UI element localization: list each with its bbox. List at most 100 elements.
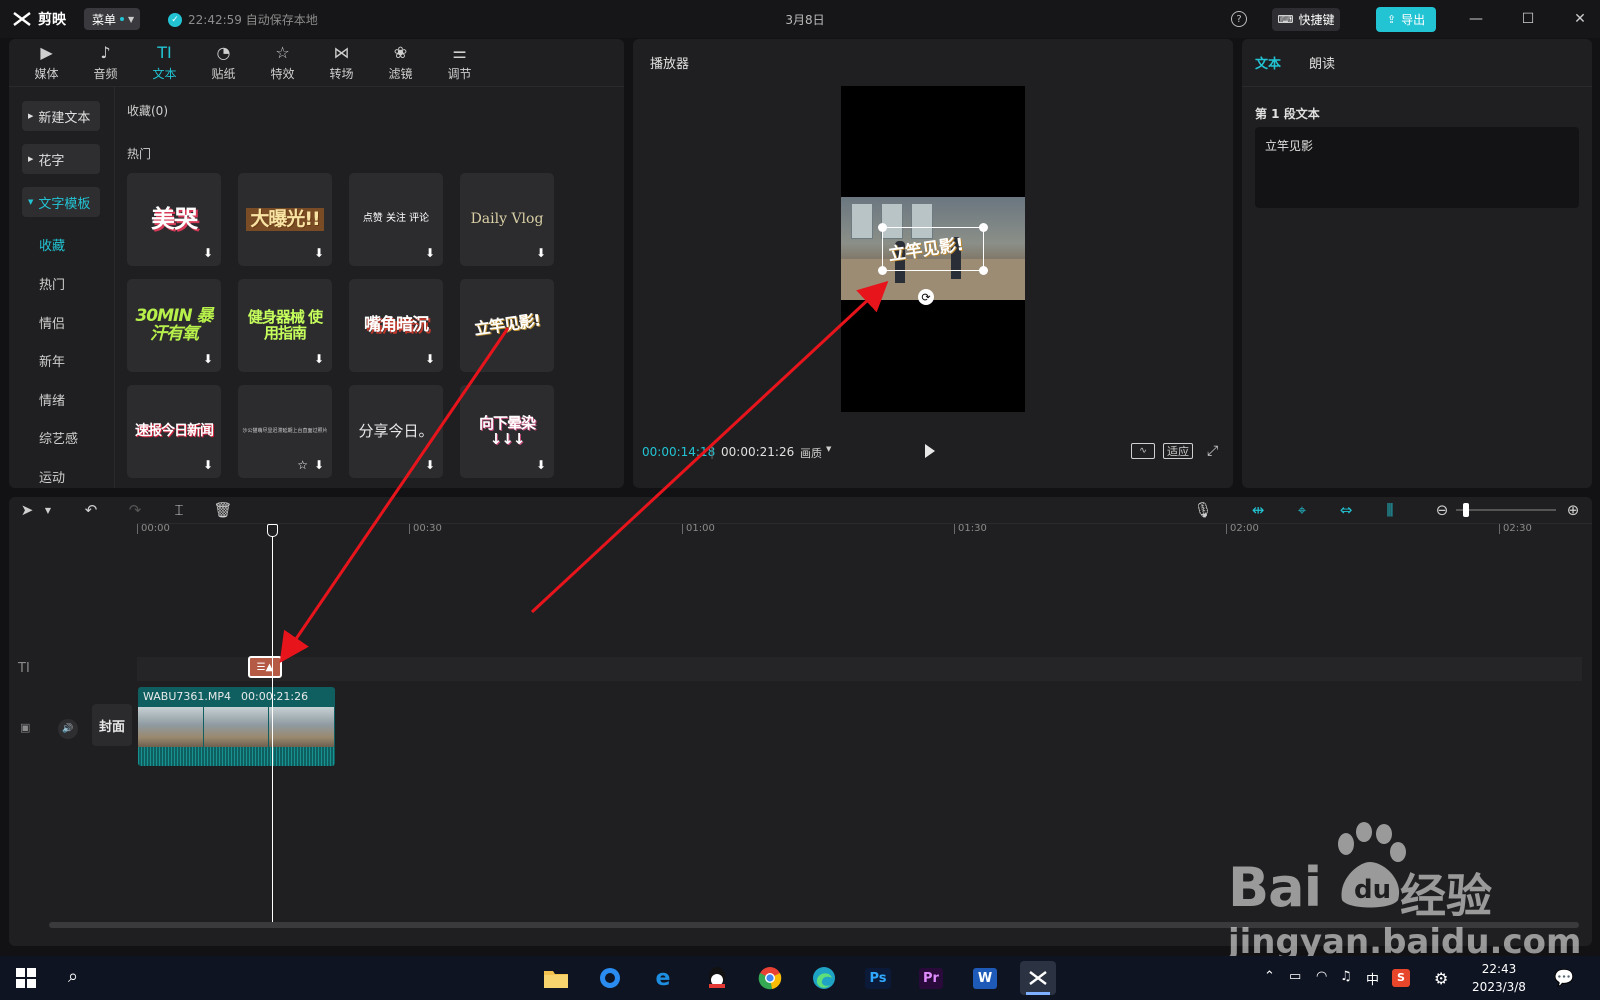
- microphone-icon[interactable]: 🎙: [1193, 497, 1213, 523]
- subitem-new-year[interactable]: 新年: [39, 351, 65, 370]
- quality-dropdown[interactable]: 画质 ▼: [800, 445, 831, 461]
- text-selection-box[interactable]: [882, 227, 984, 271]
- resize-handle[interactable]: [979, 266, 988, 275]
- chrome-icon[interactable]: [752, 961, 788, 995]
- download-icon[interactable]: ⬇: [423, 246, 437, 260]
- shortcut-button[interactable]: ⌨ 快捷键: [1272, 8, 1340, 31]
- download-icon[interactable]: ⬇: [201, 458, 215, 472]
- speaker-icon[interactable]: 🔊: [58, 719, 78, 739]
- cover-button[interactable]: 封面: [92, 704, 132, 746]
- system-clock[interactable]: 22:43 2023/3/8: [1464, 960, 1534, 996]
- split-icon[interactable]: ⌶: [169, 497, 189, 523]
- playhead-line[interactable]: [272, 527, 273, 927]
- template-card[interactable]: 立竿见影!: [460, 279, 554, 372]
- download-icon[interactable]: ⬇: [423, 458, 437, 472]
- playhead-handle[interactable]: [267, 524, 278, 537]
- download-icon[interactable]: ⬇: [312, 246, 326, 260]
- menu-button[interactable]: 菜单 ▼: [84, 8, 140, 30]
- download-icon[interactable]: ⬇: [312, 458, 326, 472]
- close-icon[interactable]: ✕: [1568, 8, 1592, 30]
- wifi-icon[interactable]: ◠: [1316, 969, 1327, 984]
- export-button[interactable]: ⇪ 导出: [1376, 7, 1436, 32]
- waveform-icon[interactable]: ∿: [1131, 443, 1155, 459]
- subitem-hot[interactable]: 热门: [39, 274, 65, 293]
- word-icon[interactable]: W: [967, 961, 1003, 995]
- zoom-in-icon[interactable]: ⊕: [1564, 497, 1582, 523]
- rotate-icon[interactable]: ⟳: [918, 289, 934, 305]
- template-card[interactable]: 分享今日。 ⬇: [349, 385, 443, 478]
- chevron-up-icon[interactable]: ⌃: [1264, 969, 1275, 984]
- category-new-text[interactable]: ▶ 新建文本: [22, 101, 100, 131]
- premiere-icon[interactable]: Pr: [913, 961, 949, 995]
- fullscreen-icon[interactable]: ⤢: [1207, 443, 1218, 459]
- download-icon[interactable]: ⬇: [201, 246, 215, 260]
- redo-icon[interactable]: ↷: [125, 497, 145, 523]
- star-icon[interactable]: ☆: [297, 458, 308, 472]
- undo-icon[interactable]: ↶: [81, 497, 101, 523]
- template-card[interactable]: 美哭 ⬇: [127, 173, 221, 266]
- template-card[interactable]: 沙公猫萌尽显迟滞延期上台直面过照片 ☆ ⬇: [238, 385, 332, 478]
- video-clip[interactable]: WABU7361.MP4 00:00:21:26: [138, 687, 335, 766]
- download-icon[interactable]: ⬇: [534, 246, 548, 260]
- tab-text[interactable]: TI 文本: [135, 39, 194, 87]
- template-card[interactable]: 大曝光!! ⬇: [238, 173, 332, 266]
- edge-legacy-icon[interactable]: e: [645, 961, 681, 995]
- subitem-couple[interactable]: 情侣: [39, 313, 65, 332]
- qq-browser-icon[interactable]: [592, 961, 628, 995]
- play-icon[interactable]: [925, 444, 935, 458]
- ime-indicator[interactable]: 中: [1366, 969, 1379, 988]
- notification-icon[interactable]: 💬: [1554, 968, 1574, 987]
- tab-audio[interactable]: ♪ 音频: [76, 39, 135, 87]
- auto-snap-icon[interactable]: ⇹: [1246, 497, 1270, 523]
- time-ruler[interactable]: 00:00 00:30 01:00 01:30 02:00 02:30: [137, 523, 1592, 537]
- category-fancy-text[interactable]: ▶ 花字: [22, 144, 100, 174]
- template-card[interactable]: 健身器械 使用指南 ⬇: [238, 279, 332, 372]
- category-text-template[interactable]: ▼ 文字模板: [22, 187, 100, 217]
- file-explorer-icon[interactable]: [538, 961, 574, 995]
- subitem-variety[interactable]: 综艺感: [39, 428, 78, 447]
- maximize-icon[interactable]: ☐: [1516, 8, 1540, 30]
- tab-transition[interactable]: ⋈ 转场: [312, 39, 371, 87]
- subitem-sports[interactable]: 运动: [39, 467, 65, 486]
- qq-icon[interactable]: [699, 961, 735, 995]
- resize-handle[interactable]: [878, 266, 887, 275]
- windows-start-icon[interactable]: [16, 968, 36, 988]
- resize-handle[interactable]: [979, 223, 988, 232]
- aspect-ratio-button[interactable]: 适应: [1163, 443, 1193, 459]
- template-card[interactable]: 嘴角暗沉 ⬇: [349, 279, 443, 372]
- template-card[interactable]: 向下晕染 ↓↓↓ ⬇: [460, 385, 554, 478]
- search-icon[interactable]: ⌕: [68, 966, 78, 987]
- segment-text-input[interactable]: 立竿见影: [1255, 127, 1579, 208]
- download-icon[interactable]: ⬇: [312, 352, 326, 366]
- tab-media[interactable]: ▶ 媒体: [17, 39, 76, 87]
- template-card[interactable]: 30MIN 暴汗有氧 ⬇: [127, 279, 221, 372]
- text-track[interactable]: [137, 657, 1582, 681]
- tab-sticker[interactable]: ◔ 贴纸: [194, 39, 253, 87]
- sogou-ime-icon[interactable]: S: [1392, 969, 1410, 987]
- help-icon[interactable]: ?: [1231, 11, 1247, 27]
- tab-effects[interactable]: ☆ 特效: [253, 39, 312, 87]
- text-clip[interactable]: ☰▲: [248, 656, 282, 678]
- subitem-favorites[interactable]: 收藏: [39, 235, 65, 254]
- download-icon[interactable]: ⬇: [423, 352, 437, 366]
- subitem-emotion[interactable]: 情绪: [39, 390, 65, 409]
- photoshop-icon[interactable]: Ps: [860, 961, 896, 995]
- battery-icon[interactable]: ▭: [1289, 969, 1301, 984]
- volume-icon[interactable]: ♫: [1340, 969, 1352, 984]
- template-card[interactable]: 点赞 关注 评论 ⬇: [349, 173, 443, 266]
- download-icon[interactable]: ⬇: [201, 352, 215, 366]
- capcut-icon[interactable]: [1020, 961, 1056, 995]
- template-card[interactable]: 速报今日新闻 ⬇: [127, 385, 221, 478]
- magnet-icon[interactable]: ⫼: [1378, 497, 1402, 523]
- minimize-icon[interactable]: —: [1464, 8, 1488, 30]
- resize-handle[interactable]: [878, 223, 887, 232]
- tab-adjust[interactable]: ⚌ 调节: [430, 39, 489, 87]
- chevron-down-icon[interactable]: ▼: [41, 497, 55, 523]
- edge-icon[interactable]: [806, 961, 842, 995]
- gear-icon[interactable]: ⚙: [1434, 969, 1448, 988]
- linkage-icon[interactable]: ⌖: [1290, 497, 1314, 523]
- tab-filter[interactable]: ❀ 滤镜: [371, 39, 430, 87]
- preview-axis-icon[interactable]: ⇔: [1334, 497, 1358, 523]
- zoom-slider-handle[interactable]: [1463, 503, 1469, 517]
- tab-text-props[interactable]: 文本: [1255, 53, 1281, 72]
